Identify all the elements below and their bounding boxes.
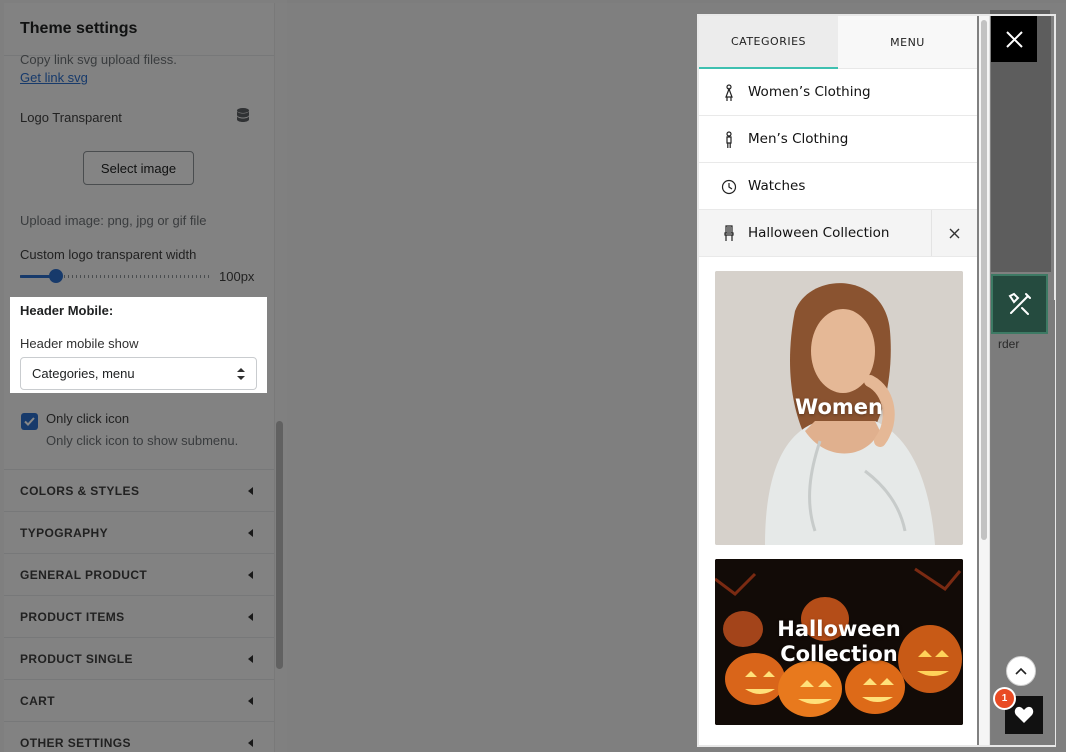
tab-categories[interactable]: CATEGORIES <box>699 16 838 69</box>
halloween-banner-line1: Halloween <box>777 616 901 641</box>
section-label: OTHER SETTINGS <box>20 735 131 750</box>
caret-left-icon <box>248 528 253 537</box>
tools-icon <box>991 274 1048 334</box>
select-value: Categories, menu <box>32 366 135 381</box>
section-label: PRODUCT ITEMS <box>20 609 125 624</box>
store-label-fragment: rder <box>998 337 1020 351</box>
caret-left-icon <box>248 654 253 663</box>
upload-hint: Upload image: png, jpg or gif file <box>20 213 207 228</box>
get-link-svg-link[interactable]: Get link svg <box>20 70 88 85</box>
category-label: Women’s Clothing <box>748 84 871 100</box>
category-label: Halloween Collection <box>748 225 890 241</box>
select-arrows-icon <box>237 368 245 380</box>
close-drawer-button[interactable] <box>991 16 1037 62</box>
women-banner-label: Women <box>795 395 883 420</box>
header-mobile-setting: Header Mobile: Header mobile show Catego… <box>10 297 267 393</box>
drawer-scrollbar-thumb[interactable] <box>981 20 987 540</box>
category-label: Watches <box>748 178 806 194</box>
section-product-single[interactable]: PRODUCT SINGLE <box>4 637 274 679</box>
man-icon <box>721 131 737 149</box>
category-item-mens-clothing[interactable]: Men’s Clothing <box>699 116 977 163</box>
drawer-divider <box>989 16 990 745</box>
check-icon <box>24 417 35 426</box>
caret-left-icon <box>248 486 253 495</box>
chevron-up-icon <box>1015 667 1027 675</box>
logo-width-value: 100px <box>219 269 255 284</box>
category-item-halloween-collection[interactable]: Halloween Collection <box>699 210 977 257</box>
close-icon <box>1005 30 1023 48</box>
clock-icon <box>721 178 737 196</box>
halloween-banner-line2: Collection <box>780 642 898 666</box>
section-product-items[interactable]: PRODUCT ITEMS <box>4 595 274 637</box>
section-colors-styles[interactable]: COLORS & STYLES <box>4 469 274 511</box>
panel-header: Theme settings <box>4 3 274 56</box>
only-click-icon-checkbox[interactable] <box>21 413 38 430</box>
section-label: CART <box>20 693 55 708</box>
category-item-womens-clothing[interactable]: Women’s Clothing <box>699 69 977 116</box>
only-click-icon-help: Only click icon to show submenu. <box>46 433 239 448</box>
section-cart[interactable]: CART <box>4 679 274 721</box>
caret-left-icon <box>248 696 253 705</box>
logo-width-label: Custom logo transparent width <box>20 247 197 262</box>
logo-width-slider-thumb[interactable] <box>49 269 64 283</box>
caret-left-icon <box>248 612 253 621</box>
dynamic-source-icon[interactable] <box>235 107 251 123</box>
section-other-settings[interactable]: OTHER SETTINGS <box>4 721 274 752</box>
caret-left-icon <box>248 738 253 747</box>
section-label: TYPOGRAPHY <box>20 525 109 540</box>
scroll-to-top-button[interactable] <box>1006 656 1036 686</box>
halloween-banner[interactable]: Halloween Collection <box>715 559 963 725</box>
upload-hint-top: Copy link svg upload filess. <box>20 52 177 67</box>
select-image-button[interactable]: Select image <box>83 151 194 185</box>
wishlist-count-badge: 1 <box>993 687 1016 710</box>
caret-left-icon <box>248 570 253 579</box>
only-click-icon-label: Only click icon <box>46 411 130 426</box>
heart-icon <box>1014 706 1034 723</box>
section-label: COLORS & STYLES <box>20 483 140 498</box>
woman-icon <box>721 84 737 102</box>
category-item-watches[interactable]: Watches <box>699 163 977 210</box>
section-label: PRODUCT SINGLE <box>20 651 133 666</box>
section-typography[interactable]: TYPOGRAPHY <box>4 511 274 553</box>
chair-icon <box>721 224 737 242</box>
tab-menu[interactable]: MENU <box>838 16 977 69</box>
header-mobile-show-label: Header mobile show <box>20 336 139 351</box>
panel-title: Theme settings <box>20 20 138 37</box>
section-general-product[interactable]: GENERAL PRODUCT <box>4 553 274 595</box>
halloween-banner-label: Halloween Collection <box>777 617 900 667</box>
logo-transparent-label: Logo Transparent <box>20 110 122 125</box>
header-mobile-show-select[interactable]: Categories, menu <box>20 357 257 390</box>
header-mobile-heading: Header Mobile: <box>20 303 114 318</box>
category-label: Men’s Clothing <box>748 131 849 147</box>
panel-scrollbar-thumb[interactable] <box>276 421 283 669</box>
section-label: GENERAL PRODUCT <box>20 567 148 582</box>
women-banner[interactable]: Women <box>715 271 963 545</box>
submenu-close-icon[interactable] <box>931 210 977 256</box>
mobile-menu-drawer: CATEGORIES MENU Women’s Clothing Men’s C… <box>699 16 977 745</box>
drawer-tabs: CATEGORIES MENU <box>699 16 977 69</box>
